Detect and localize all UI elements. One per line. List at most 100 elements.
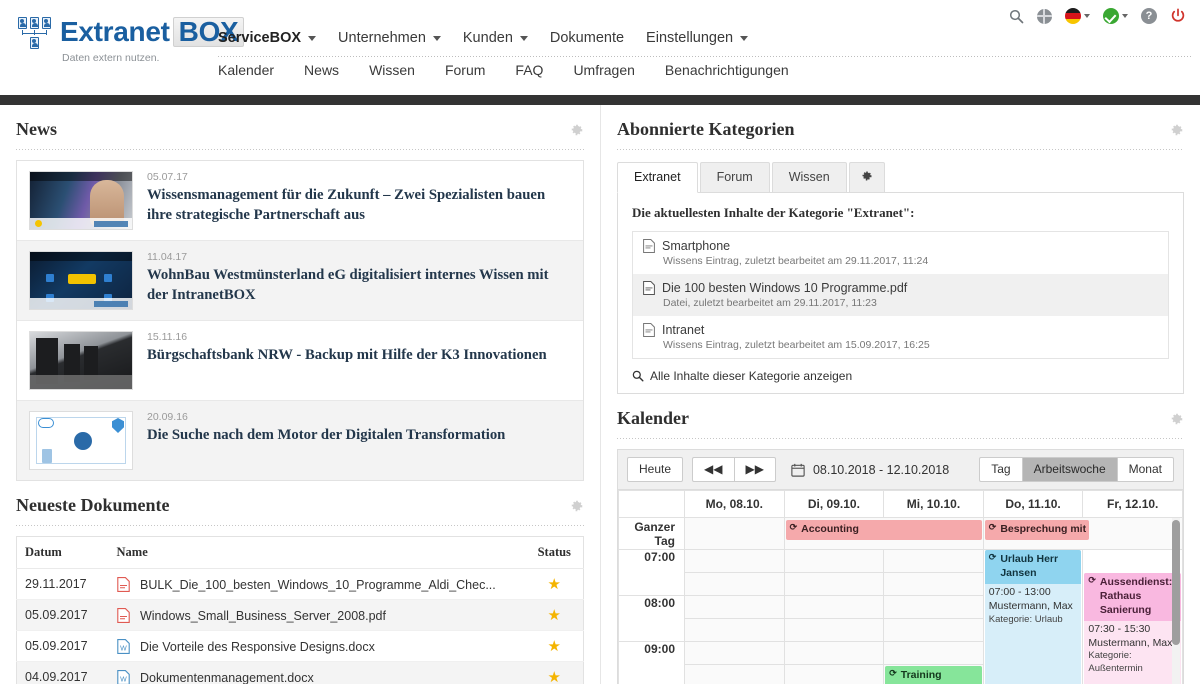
slot-fr-column[interactable]: ⟳ Aussendienst: Rathaus Sanierung 07:30 -… xyxy=(1082,549,1183,684)
event-training-teamviewer[interactable]: ⟳Training Teamviewer xyxy=(885,666,982,684)
globe-icon[interactable] xyxy=(1037,8,1052,24)
news-date: 11.04.17 xyxy=(147,251,188,263)
category-item-name: Smartphone xyxy=(643,239,1158,253)
nav-item-einstellungen[interactable]: Einstellungen xyxy=(646,28,749,48)
slot-mo-0900[interactable] xyxy=(684,641,785,666)
document-icon xyxy=(643,239,655,253)
slot-mi-0830[interactable] xyxy=(883,618,984,643)
tab-extranet[interactable]: Extranet xyxy=(617,162,698,193)
gear-icon[interactable] xyxy=(1170,123,1184,137)
nav-item-unternehmen[interactable]: Unternehmen xyxy=(338,28,441,48)
list-item[interactable]: Intranet Wissens Eintrag, zuletzt bearbe… xyxy=(633,316,1168,358)
slot-di-0930[interactable] xyxy=(783,664,885,684)
day-header-mo[interactable]: Mo, 08.10. xyxy=(684,490,785,519)
slot-di-0700[interactable] xyxy=(783,549,885,574)
left-column: News 05.07.17 Wissensmanagement für die … xyxy=(0,105,601,684)
view-monat-button[interactable]: Monat xyxy=(1116,457,1174,483)
logout-power-icon[interactable] xyxy=(1170,8,1186,24)
table-row[interactable]: 29.11.2017 BULK_Die_100_besten_Windows_1… xyxy=(16,568,584,600)
calendar-scrollbar-thumb[interactable] xyxy=(1172,520,1180,646)
slot-mo-0800[interactable] xyxy=(684,595,785,620)
table-row[interactable]: 05.09.2017 W Die Vorteile des Responsive… xyxy=(16,630,584,662)
gear-icon[interactable] xyxy=(1170,412,1184,426)
star-icon[interactable]: ★ xyxy=(548,607,561,624)
cell-name: W Dokumentenmanagement.docx xyxy=(108,661,526,684)
status-ok-icon[interactable] xyxy=(1103,8,1128,24)
all-day-cell-di-mi[interactable]: ⟳ Accounting xyxy=(783,517,984,551)
day-header-fr[interactable]: Fr, 12.10. xyxy=(1082,490,1183,519)
event-category: Kategorie: Urlaub xyxy=(988,613,1063,625)
star-icon[interactable]: ★ xyxy=(548,576,561,593)
news-item[interactable]: 05.07.17 Wissensmanagement für die Zukun… xyxy=(17,160,583,240)
subnav-item-forum[interactable]: Forum xyxy=(445,62,485,78)
tab-wissen[interactable]: Wissen xyxy=(771,162,847,192)
nav-item-servicebox[interactable]: ServiceBOX xyxy=(218,28,317,48)
list-item[interactable]: Die 100 besten Windows 10 Programme.pdf … xyxy=(633,274,1168,316)
today-button[interactable]: Heute xyxy=(627,457,684,483)
column-header-name[interactable]: Name xyxy=(108,536,526,569)
news-item[interactable]: 15.11.16 Bürgschaftsbank NRW - Backup mi… xyxy=(17,320,583,400)
search-icon[interactable] xyxy=(1009,9,1024,24)
nav-label: Einstellungen xyxy=(646,30,734,46)
news-headline: Die Suche nach dem Motor der Digitalen T… xyxy=(147,427,506,443)
table-row[interactable]: 04.09.2017 W Dokumentenmanagement.docx ★ xyxy=(16,661,584,684)
view-arbeitswoche-button[interactable]: Arbeitswoche xyxy=(1021,457,1117,483)
slot-mi-0930[interactable]: ⟳Training Teamviewer xyxy=(883,664,984,684)
day-header-mi[interactable]: Mi, 10.10. xyxy=(883,490,984,519)
help-icon[interactable]: ? xyxy=(1141,8,1157,24)
language-flag-de-icon[interactable] xyxy=(1065,8,1090,24)
category-item-name: Die 100 besten Windows 10 Programme.pdf xyxy=(643,281,1158,295)
tab-forum[interactable]: Forum xyxy=(699,162,770,192)
next-week-button[interactable]: ▶▶ xyxy=(733,457,776,483)
app-logo[interactable]: Extranet BOX Daten extern nutzen. xyxy=(18,16,245,64)
star-icon[interactable]: ★ xyxy=(548,638,561,655)
slot-mi-0730[interactable] xyxy=(883,572,984,597)
news-item[interactable]: 20.09.16 Die Suche nach dem Motor der Di… xyxy=(17,400,583,480)
all-day-cell-mo[interactable] xyxy=(684,517,785,551)
slot-do-column[interactable]: ⟳ Urlaub Herr Jansen 07:00 - 13:00 Muster… xyxy=(982,549,1084,684)
tab-settings[interactable] xyxy=(848,162,885,192)
column-header-status[interactable]: Status xyxy=(525,536,584,569)
day-header-di[interactable]: Di, 09.10. xyxy=(783,490,885,519)
categories-panel-rule xyxy=(617,149,1184,150)
nav-item-kunden[interactable]: Kunden xyxy=(463,28,528,48)
news-headline: Wissensmanagement für die Zukunft – Zwei… xyxy=(147,187,546,223)
all-day-event-accounting[interactable]: ⟳ Accounting xyxy=(785,520,982,541)
news-item[interactable]: 11.04.17 WohnBau Westmünsterland eG digi… xyxy=(17,240,583,320)
prev-week-button[interactable]: ◀◀ xyxy=(692,457,734,483)
all-day-cell-do-fr[interactable]: ⟳ Besprechung mit d xyxy=(982,517,1183,551)
logo-title-primary: Extranet xyxy=(60,16,170,47)
day-header-do[interactable]: Do, 11.10. xyxy=(982,490,1084,519)
subnav-item-faq[interactable]: FAQ xyxy=(515,62,543,78)
show-all-category-link[interactable]: Alle Inhalte dieser Kategorie anzeigen xyxy=(632,369,1169,383)
event-aussendienst-rathaus[interactable]: ⟳ Aussendienst: Rathaus Sanierung 07:30 -… xyxy=(1084,573,1181,684)
slot-mo-0700[interactable] xyxy=(684,549,785,574)
gear-icon[interactable] xyxy=(570,123,584,137)
time-row-0700: 07:00 ⟳ Urlaub Herr Jansen 07:00 - 13:00 … xyxy=(618,549,1183,684)
subnav-item-wissen[interactable]: Wissen xyxy=(369,62,415,78)
subnav-item-news[interactable]: News xyxy=(304,62,339,78)
table-row[interactable]: 05.09.2017 Windows_Small_Business_Server… xyxy=(16,599,584,631)
column-header-datum[interactable]: Datum xyxy=(16,536,109,569)
nav-item-dokumente[interactable]: Dokumente xyxy=(550,28,624,48)
view-tag-button[interactable]: Tag xyxy=(979,457,1022,483)
slot-mi-0700[interactable] xyxy=(883,549,984,574)
list-item[interactable]: Smartphone Wissens Eintrag, zuletzt bear… xyxy=(633,232,1168,274)
star-icon[interactable]: ★ xyxy=(548,669,561,684)
subnav-item-kalender[interactable]: Kalender xyxy=(218,62,274,78)
slot-mo-0930[interactable] xyxy=(684,664,785,684)
all-day-event-besprechung[interactable]: ⟳ Besprechung mit d xyxy=(984,520,1089,541)
slot-mo-0830[interactable] xyxy=(684,618,785,643)
slot-mi-0900[interactable] xyxy=(883,641,984,666)
slot-mo-0730[interactable] xyxy=(684,572,785,597)
calendar-date-range[interactable]: 08.10.2018 - 12.10.2018 xyxy=(791,463,949,477)
event-urlaub-herr-jansen[interactable]: ⟳ Urlaub Herr Jansen 07:00 - 13:00 Muster… xyxy=(984,550,1082,684)
gear-icon[interactable] xyxy=(570,499,584,513)
slot-di-0830[interactable] xyxy=(783,618,885,643)
subnav-item-benachrichtigungen[interactable]: Benachrichtigungen xyxy=(665,62,789,78)
slot-di-0900[interactable] xyxy=(783,641,885,666)
slot-mi-0800[interactable] xyxy=(883,595,984,620)
subnav-item-umfragen[interactable]: Umfragen xyxy=(573,62,634,78)
slot-di-0730[interactable] xyxy=(783,572,885,597)
slot-di-0800[interactable] xyxy=(783,595,885,620)
